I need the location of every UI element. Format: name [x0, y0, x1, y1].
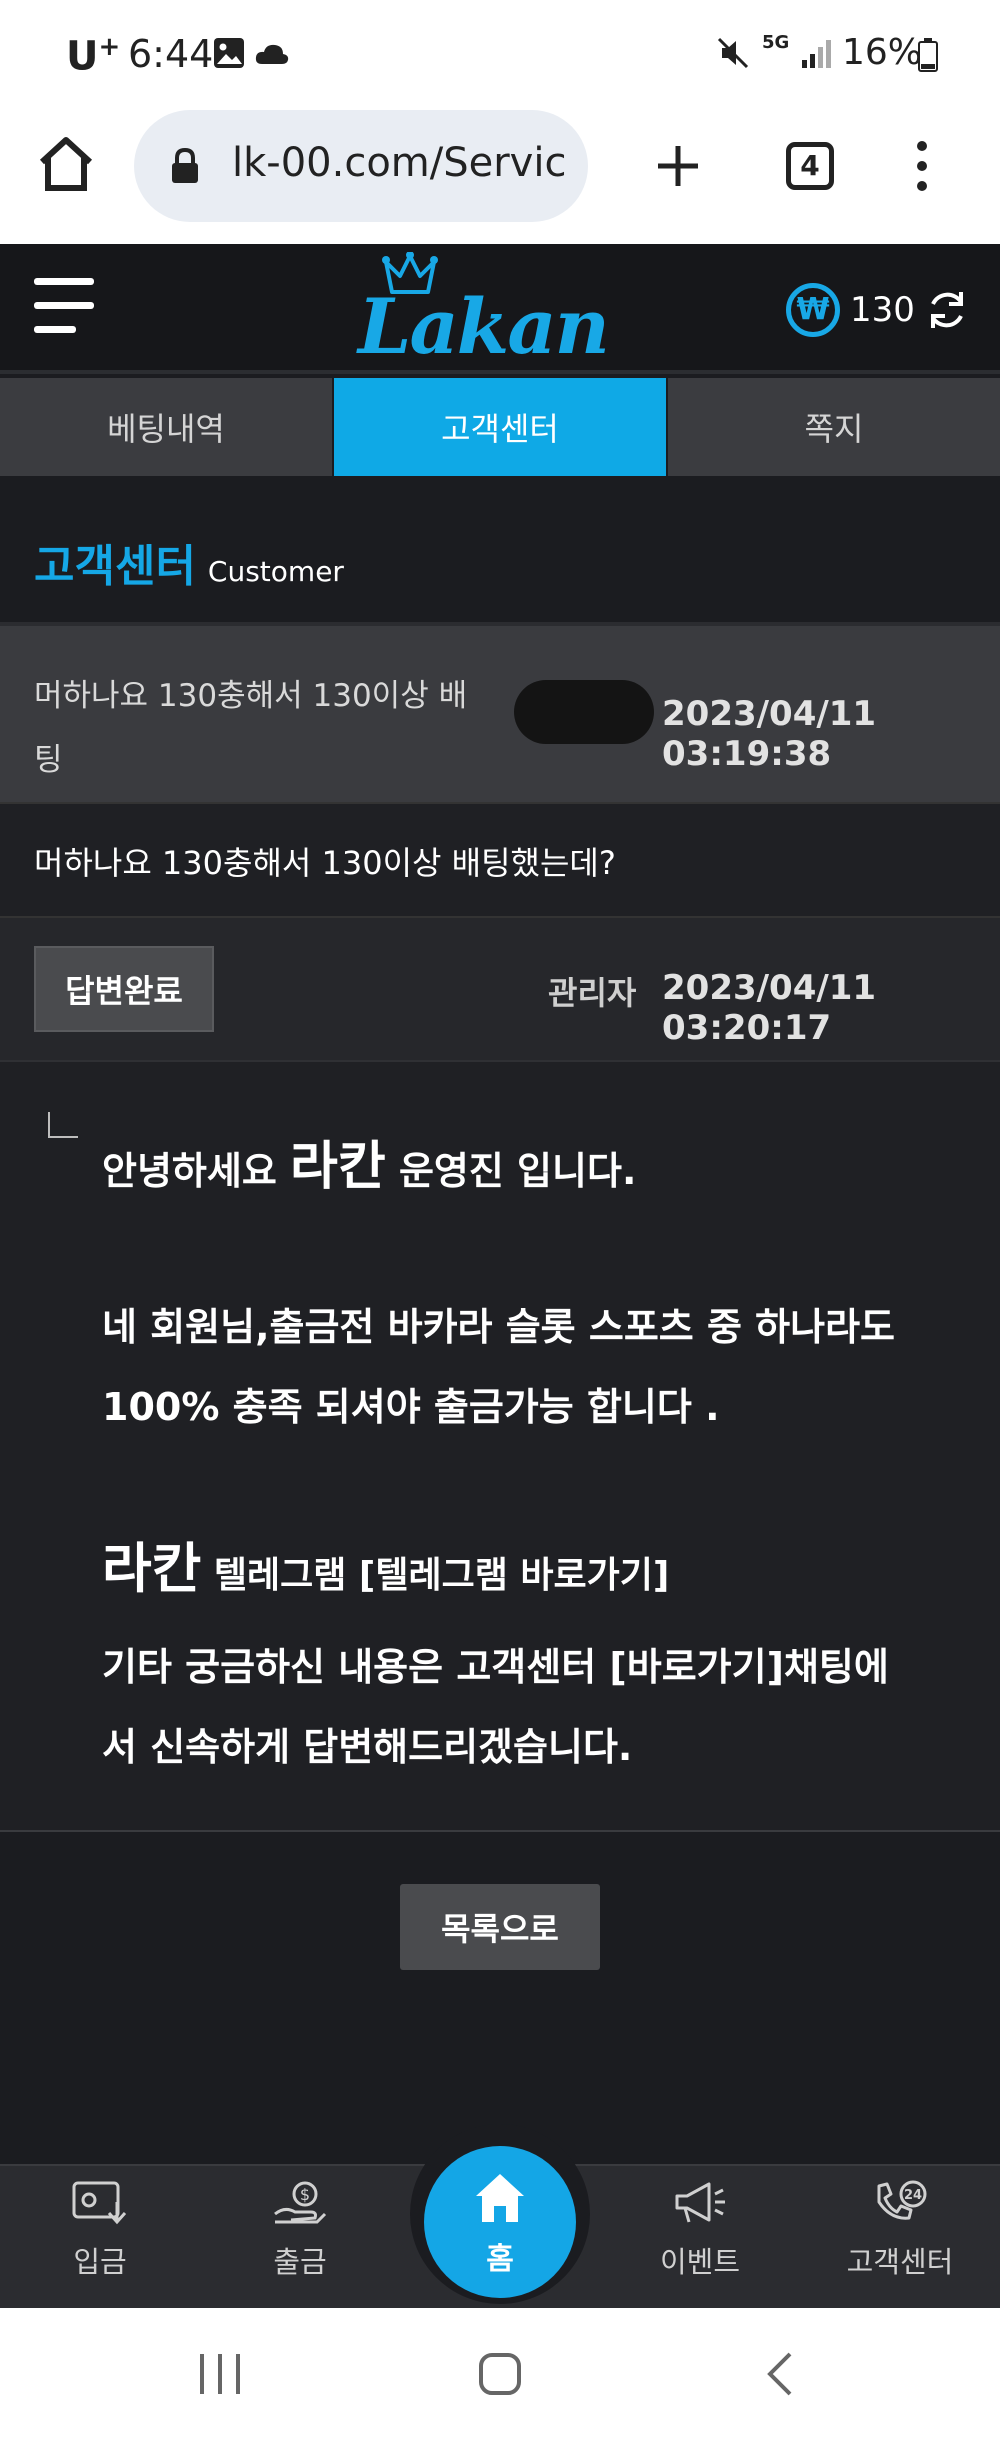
inquiry-body: 머하나요 130충해서 130이상 배팅했는데? — [0, 802, 1000, 918]
answer-header: 답변완료 관리자 2023/04/11 03:20:17 — [0, 918, 1000, 1060]
nav-withdraw[interactable]: $ 출금 — [210, 2180, 390, 2281]
inquiry-header: 머하나요 130충해서 130이상 배팅 2023/04/11 03:19:38 — [0, 622, 1000, 802]
status-bar: U+ 6:44 5G 16% — [0, 0, 1000, 108]
recent-apps-icon[interactable] — [198, 2352, 244, 2396]
nav-home-button[interactable]: 홈 — [424, 2146, 576, 2298]
tab-messages[interactable]: 쪽지 — [668, 378, 1000, 476]
answer-author: 관리자 — [548, 974, 637, 1012]
withdraw-icon: $ — [274, 2181, 327, 2224]
address-bar[interactable]: lk-00.com/Servic — [134, 110, 588, 222]
back-to-list-button[interactable]: 목록으로 — [400, 1884, 600, 1970]
redacted-username — [514, 680, 654, 744]
network-type: 5G — [762, 32, 790, 53]
answer-line-5[interactable]: 기타 궁금하신 내용은 고객센터 [바로가기]채팅에 — [102, 1636, 889, 1691]
hamburger-menu-icon[interactable] — [34, 276, 96, 336]
site-header: Lakan ₩ 130 — [0, 244, 1000, 374]
clock: 6:44 — [128, 32, 214, 76]
answer-line-telegram[interactable]: 라칸 텔레그램 [텔레그램 바로가기] — [102, 1524, 669, 1603]
home-system-icon[interactable] — [478, 2352, 522, 2396]
won-icon: ₩ — [786, 283, 840, 337]
answer-line-6: 서 신속하게 답변해드리겠습니다. — [102, 1725, 633, 1769]
megaphone-icon — [675, 2182, 725, 2223]
refresh-icon[interactable] — [925, 288, 969, 332]
inquiry-subject: 머하나요 130충해서 130이상 배팅 — [34, 678, 468, 778]
balance-display: ₩ 130 — [786, 282, 969, 338]
more-menu-icon[interactable] — [912, 140, 932, 192]
answer-line-greeting: 안녕하세요 라칸 운영진 입니다. — [102, 1137, 637, 1197]
balance-amount: 130 — [850, 290, 915, 330]
nav-event[interactable]: 이벤트 — [610, 2180, 790, 2281]
support-24-icon: 24 — [877, 2180, 927, 2220]
tab-customer-center[interactable]: 고객센터 — [334, 378, 666, 476]
svg-text:24: 24 — [904, 2188, 922, 2203]
carrier-label: U+ — [66, 32, 121, 80]
system-nav-bar — [0, 2308, 1000, 2444]
deposit-icon — [72, 2181, 127, 2225]
svg-text:$: $ — [300, 2185, 310, 2204]
tab-bar: 베팅내역 고객센터 쪽지 — [0, 378, 1000, 476]
mute-icon — [717, 37, 749, 69]
gallery-icon — [214, 38, 244, 68]
battery-percent: 16% — [842, 32, 923, 73]
tab-switcher-button[interactable]: 4 — [786, 142, 834, 190]
back-icon[interactable] — [764, 2350, 796, 2398]
nav-support[interactable]: 24 고객센터 — [810, 2180, 990, 2281]
signal-icon — [802, 40, 831, 68]
home-icon[interactable] — [36, 136, 96, 192]
lock-icon — [172, 148, 198, 183]
inquiry-date: 2023/04/11 03:19:38 — [662, 694, 877, 774]
cloud-icon — [255, 44, 289, 64]
nav-deposit[interactable]: 입금 — [10, 2180, 190, 2281]
answer-status-badge: 답변완료 — [34, 946, 214, 1032]
page: U+ 6:44 5G 16% lk-00.com/Servic 4 Lakan … — [0, 0, 1000, 2444]
inquiry-content: 머하나요 130충해서 130이상 배팅했는데? — [34, 844, 616, 882]
answer-line-2: 네 회원님,출금전 바카라 슬롯 스포츠 중 하나라도 — [102, 1305, 896, 1349]
page-title-ko: 고객센터 — [34, 541, 196, 592]
browser-toolbar: lk-00.com/Servic 4 — [0, 108, 1000, 244]
tab-betting-history[interactable]: 베팅내역 — [0, 378, 332, 476]
reply-arrow-icon — [48, 1112, 78, 1138]
logo-text: Lakan — [358, 282, 610, 371]
answer-line-3: 100% 충족 되셔야 출금가능 합니다 . — [102, 1385, 720, 1429]
new-tab-icon[interactable] — [654, 142, 702, 190]
battery-icon — [918, 38, 938, 72]
answer-date: 2023/04/11 03:20:17 — [662, 968, 877, 1048]
answer-body: 안녕하세요 라칸 운영진 입니다. 네 회원님,출금전 바카라 슬롯 스포츠 중… — [0, 1060, 1000, 1832]
page-title: 고객센터 Customer — [34, 530, 344, 594]
url-text: lk-00.com/Servic — [232, 140, 567, 186]
home-nav-icon — [476, 2174, 524, 2222]
page-title-en: Customer — [207, 555, 344, 588]
